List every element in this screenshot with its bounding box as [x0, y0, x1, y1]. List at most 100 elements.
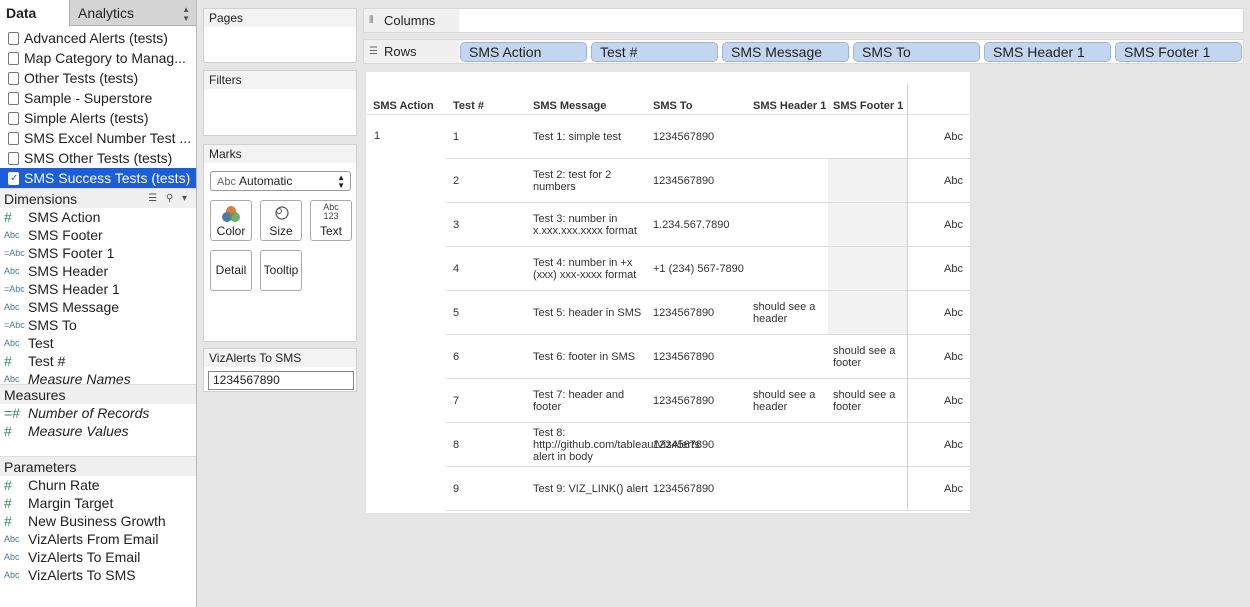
datasource-checkbox-icon[interactable] — [8, 71, 19, 85]
header-sms-action[interactable]: SMS Action — [373, 100, 434, 112]
string-type-icon: Abc — [4, 230, 20, 240]
rows-pill[interactable]: SMS Header 1 — [984, 42, 1111, 62]
header-sms-to[interactable]: SMS To — [653, 100, 693, 112]
field-item[interactable]: Abc VizAlerts To SMS — [0, 566, 196, 584]
datasource-item[interactable]: SMS Other Tests (tests) — [0, 148, 196, 168]
text-icon: Abc 123 — [311, 201, 351, 223]
field-label: VizAlerts To Email — [28, 549, 141, 565]
columns-shelf[interactable]: ⦀ Columns — [363, 8, 1244, 33]
datasource-item[interactable]: Simple Alerts (tests) — [0, 108, 196, 128]
marks-title: Marks — [204, 145, 356, 163]
number-type-icon: # — [4, 495, 12, 511]
dimensions-tools-icon[interactable]: ☰ ⚲ ▾ — [148, 189, 190, 209]
sms-message-cell: Test 2: test for 2 numbers — [533, 169, 612, 193]
mark-type-value: Automatic — [238, 174, 293, 188]
tab-scroll-arrows-icon[interactable]: ▲ ▼ — [182, 0, 190, 23]
pages-title: Pages — [204, 9, 356, 27]
field-item[interactable]: Abc VizAlerts From Email — [0, 530, 196, 548]
field-label: SMS Footer — [28, 227, 103, 243]
field-label: Test — [28, 335, 54, 351]
abc-placeholder-cell: Abc — [944, 263, 963, 275]
sms-to-cell: 1.234.567.7890 — [653, 219, 730, 231]
datasource-checkbox-icon[interactable] — [8, 169, 19, 188]
datasource-checkbox-icon[interactable] — [8, 51, 19, 65]
measures-list: =# Number of Records # Measure Values — [0, 404, 196, 456]
field-label: Number of Records — [28, 405, 150, 421]
field-item[interactable]: # Margin Target — [0, 494, 196, 512]
detail-button[interactable]: Detail — [210, 250, 252, 291]
text-button[interactable]: Abc 123 Text — [310, 200, 352, 241]
string-type-icon: =Abc — [4, 320, 25, 330]
sms-to-cell: 1234567890 — [653, 131, 715, 143]
test-number-cell: 9 — [453, 483, 460, 495]
datasource-checkbox-icon[interactable] — [8, 151, 19, 165]
datasource-checkbox-icon[interactable] — [8, 111, 19, 125]
datasource-checkbox-icon[interactable] — [8, 91, 19, 105]
header-sms-footer-1[interactable]: SMS Footer 1 — [833, 100, 903, 112]
field-item[interactable]: Abc VizAlerts To Email — [0, 548, 196, 566]
abc-placeholder-cell: Abc — [944, 351, 963, 363]
datasource-item[interactable]: SMS Excel Number Test ... — [0, 128, 196, 148]
table-row: 4 Test 4: number in +x (xxx) xxx-xxxx for… — [446, 247, 970, 291]
filters-card[interactable]: Filters — [203, 70, 357, 136]
row-separator — [446, 510, 970, 511]
string-type-icon: Abc — [4, 302, 20, 312]
field-label: Measure Values — [28, 423, 129, 439]
text-label: Text — [319, 224, 342, 238]
string-type-icon: Abc — [4, 374, 20, 384]
rows-pill[interactable]: SMS Action — [460, 42, 587, 62]
datasource-item[interactable]: Advanced Alerts (tests) — [0, 28, 196, 48]
field-item[interactable]: # Churn Rate — [0, 476, 196, 494]
field-item[interactable]: Abc SMS Message — [0, 298, 196, 316]
parameter-input[interactable]: 1234567890 — [208, 371, 354, 390]
header-test-number[interactable]: Test # — [453, 100, 484, 112]
datasource-item[interactable]: Sample - Superstore — [0, 88, 196, 108]
field-item[interactable]: # Measure Values — [0, 422, 196, 440]
rows-pill[interactable]: SMS To — [853, 42, 980, 62]
rows-shelf[interactable]: ☰ Rows SMS Action Test # SMS Message SMS To S… — [363, 39, 1244, 64]
field-label: SMS Footer 1 — [28, 245, 115, 261]
datasource-checkbox-icon[interactable] — [8, 31, 19, 45]
rows-icon: ☰ — [369, 46, 378, 57]
field-item[interactable]: =Abc SMS To — [0, 316, 196, 334]
field-item[interactable]: # Test # — [0, 352, 196, 370]
pages-card[interactable]: Pages — [203, 8, 357, 63]
field-item[interactable]: =# Number of Records — [0, 404, 196, 422]
table-row: 7 Test 7: header and footer 1234567890 shou… — [446, 379, 970, 423]
datasource-item[interactable]: Map Category to Manag... — [0, 48, 196, 68]
mark-type-select[interactable]: Abc Automatic ▲ ▼ — [210, 171, 351, 191]
datasource-item[interactable]: SMS Success Tests (tests) — [0, 168, 196, 188]
datasource-label: SMS Excel Number Test ... — [24, 130, 192, 146]
field-label: SMS Message — [28, 299, 120, 315]
datasource-item[interactable]: Other Tests (tests) — [0, 68, 196, 88]
field-item[interactable]: Abc SMS Header — [0, 262, 196, 280]
tooltip-button[interactable]: Tooltip — [260, 250, 302, 291]
size-button[interactable]: Size — [260, 200, 302, 241]
string-type-icon: Abc — [4, 534, 20, 544]
field-item[interactable]: # New Business Growth — [0, 512, 196, 530]
field-item[interactable]: Abc Measure Names — [0, 370, 196, 384]
sms-message-cell: Test 5: header in SMS — [533, 307, 642, 319]
rows-pill[interactable]: Test # — [591, 42, 718, 62]
datasource-checkbox-icon[interactable] — [8, 131, 19, 145]
test-number-cell: 8 — [453, 439, 460, 451]
pane-tabs: Data Analytics ▲ ▼ — [0, 0, 196, 26]
string-type-icon: =Abc — [4, 284, 25, 294]
field-item[interactable]: =Abc SMS Footer 1 — [0, 244, 196, 262]
color-button[interactable]: Color — [210, 200, 252, 241]
field-item[interactable]: Abc Test — [0, 334, 196, 352]
rows-pill[interactable]: SMS Message — [722, 42, 849, 62]
test-number-cell: 6 — [453, 351, 460, 363]
tab-analytics[interactable]: Analytics ▲ ▼ — [70, 0, 196, 26]
datasource-label: Simple Alerts (tests) — [24, 110, 149, 126]
tab-data[interactable]: Data — [0, 0, 70, 26]
rows-pill[interactable]: SMS Footer 1 — [1115, 42, 1242, 62]
sms-to-cell: 1234567890 — [653, 395, 715, 407]
field-item[interactable]: =Abc SMS Header 1 — [0, 280, 196, 298]
header-sms-header-1[interactable]: SMS Header 1 — [753, 100, 826, 112]
filters-title: Filters — [204, 71, 356, 89]
field-item[interactable]: # SMS Action — [0, 208, 196, 226]
header-sms-message[interactable]: SMS Message — [533, 100, 606, 112]
field-label: SMS To — [28, 317, 77, 333]
field-item[interactable]: Abc SMS Footer — [0, 226, 196, 244]
